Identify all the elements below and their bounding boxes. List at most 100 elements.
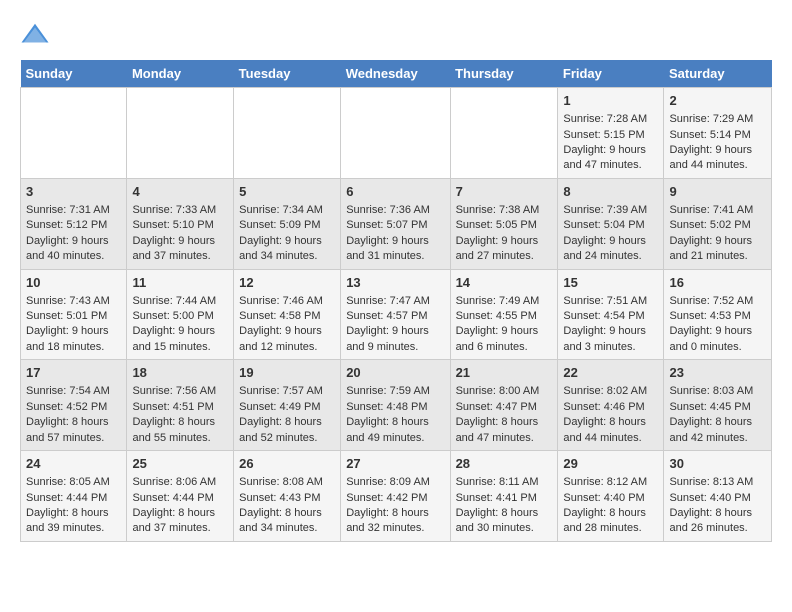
header-row: SundayMondayTuesdayWednesdayThursdayFrid… (21, 60, 772, 88)
header-cell-thursday: Thursday (450, 60, 558, 88)
day-number: 5 (239, 183, 335, 201)
day-info: Sunrise: 7:44 AM (132, 294, 228, 309)
day-info: Daylight: 9 hours and 21 minutes. (669, 234, 766, 265)
day-info: Daylight: 8 hours and 30 minutes. (456, 506, 553, 537)
calendar-cell: 26Sunrise: 8:08 AMSunset: 4:43 PMDayligh… (234, 451, 341, 542)
calendar-cell (21, 88, 127, 179)
calendar-cell: 27Sunrise: 8:09 AMSunset: 4:42 PMDayligh… (341, 451, 450, 542)
calendar-cell: 29Sunrise: 8:12 AMSunset: 4:40 PMDayligh… (558, 451, 664, 542)
day-info: Daylight: 8 hours and 37 minutes. (132, 506, 228, 537)
day-info: Daylight: 9 hours and 15 minutes. (132, 324, 228, 355)
calendar-cell: 15Sunrise: 7:51 AMSunset: 4:54 PMDayligh… (558, 269, 664, 360)
day-info: Sunrise: 8:08 AM (239, 475, 335, 490)
day-info: Daylight: 9 hours and 34 minutes. (239, 234, 335, 265)
day-info: Sunrise: 7:59 AM (346, 384, 444, 399)
day-info: Daylight: 9 hours and 9 minutes. (346, 324, 444, 355)
day-info: Sunset: 4:40 PM (669, 491, 766, 506)
header-cell-sunday: Sunday (21, 60, 127, 88)
day-number: 14 (456, 274, 553, 292)
day-info: Sunset: 5:04 PM (563, 218, 658, 233)
day-number: 20 (346, 364, 444, 382)
logo (20, 20, 54, 50)
day-info: Daylight: 8 hours and 52 minutes. (239, 415, 335, 446)
day-info: Sunset: 4:44 PM (26, 491, 121, 506)
day-info: Sunrise: 8:02 AM (563, 384, 658, 399)
day-info: Sunset: 4:42 PM (346, 491, 444, 506)
day-info: Sunset: 5:00 PM (132, 309, 228, 324)
calendar-cell: 4Sunrise: 7:33 AMSunset: 5:10 PMDaylight… (127, 178, 234, 269)
day-info: Sunset: 4:48 PM (346, 400, 444, 415)
day-info: Sunrise: 7:36 AM (346, 203, 444, 218)
day-info: Daylight: 9 hours and 0 minutes. (669, 324, 766, 355)
calendar-cell: 19Sunrise: 7:57 AMSunset: 4:49 PMDayligh… (234, 360, 341, 451)
day-number: 4 (132, 183, 228, 201)
day-number: 29 (563, 455, 658, 473)
day-info: Sunrise: 7:51 AM (563, 294, 658, 309)
week-row-4: 24Sunrise: 8:05 AMSunset: 4:44 PMDayligh… (21, 451, 772, 542)
calendar-table: SundayMondayTuesdayWednesdayThursdayFrid… (20, 60, 772, 542)
week-row-1: 3Sunrise: 7:31 AMSunset: 5:12 PMDaylight… (21, 178, 772, 269)
day-info: Sunrise: 7:39 AM (563, 203, 658, 218)
day-info: Sunset: 5:09 PM (239, 218, 335, 233)
day-info: Sunrise: 8:06 AM (132, 475, 228, 490)
calendar-cell (341, 88, 450, 179)
day-info: Sunset: 4:58 PM (239, 309, 335, 324)
header-cell-tuesday: Tuesday (234, 60, 341, 88)
day-number: 10 (26, 274, 121, 292)
day-info: Daylight: 9 hours and 12 minutes. (239, 324, 335, 355)
calendar-cell: 3Sunrise: 7:31 AMSunset: 5:12 PMDaylight… (21, 178, 127, 269)
calendar-cell: 22Sunrise: 8:02 AMSunset: 4:46 PMDayligh… (558, 360, 664, 451)
day-info: Sunrise: 7:46 AM (239, 294, 335, 309)
day-info: Sunrise: 7:47 AM (346, 294, 444, 309)
day-info: Sunrise: 8:09 AM (346, 475, 444, 490)
page-header (20, 20, 772, 50)
day-info: Daylight: 8 hours and 39 minutes. (26, 506, 121, 537)
day-info: Daylight: 8 hours and 32 minutes. (346, 506, 444, 537)
day-number: 24 (26, 455, 121, 473)
day-info: Sunset: 4:54 PM (563, 309, 658, 324)
day-info: Sunrise: 7:52 AM (669, 294, 766, 309)
day-info: Daylight: 9 hours and 6 minutes. (456, 324, 553, 355)
calendar-cell: 11Sunrise: 7:44 AMSunset: 5:00 PMDayligh… (127, 269, 234, 360)
calendar-cell: 5Sunrise: 7:34 AMSunset: 5:09 PMDaylight… (234, 178, 341, 269)
week-row-0: 1Sunrise: 7:28 AMSunset: 5:15 PMDaylight… (21, 88, 772, 179)
day-info: Sunset: 4:49 PM (239, 400, 335, 415)
day-info: Sunset: 4:51 PM (132, 400, 228, 415)
calendar-cell: 23Sunrise: 8:03 AMSunset: 4:45 PMDayligh… (664, 360, 772, 451)
day-number: 19 (239, 364, 335, 382)
day-info: Sunrise: 7:38 AM (456, 203, 553, 218)
calendar-cell: 2Sunrise: 7:29 AMSunset: 5:14 PMDaylight… (664, 88, 772, 179)
day-info: Daylight: 9 hours and 24 minutes. (563, 234, 658, 265)
calendar-cell: 6Sunrise: 7:36 AMSunset: 5:07 PMDaylight… (341, 178, 450, 269)
day-info: Sunset: 4:41 PM (456, 491, 553, 506)
day-info: Sunrise: 8:05 AM (26, 475, 121, 490)
day-info: Sunset: 4:40 PM (563, 491, 658, 506)
day-info: Daylight: 8 hours and 57 minutes. (26, 415, 121, 446)
day-number: 26 (239, 455, 335, 473)
day-number: 23 (669, 364, 766, 382)
day-number: 9 (669, 183, 766, 201)
day-number: 15 (563, 274, 658, 292)
calendar-cell: 20 Sunrise: 7:59 AMSunset: 4:48 PMDayligh… (341, 360, 450, 451)
calendar-cell: 10Sunrise: 7:43 AMSunset: 5:01 PMDayligh… (21, 269, 127, 360)
week-row-3: 17Sunrise: 7:54 AMSunset: 4:52 PMDayligh… (21, 360, 772, 451)
day-number: 8 (563, 183, 658, 201)
day-info: Daylight: 8 hours and 49 minutes. (346, 415, 444, 446)
logo-icon (20, 20, 50, 50)
day-info: Daylight: 9 hours and 18 minutes. (26, 324, 121, 355)
calendar-cell: 17Sunrise: 7:54 AMSunset: 4:52 PMDayligh… (21, 360, 127, 451)
day-info: Sunset: 4:47 PM (456, 400, 553, 415)
day-info: Daylight: 8 hours and 42 minutes. (669, 415, 766, 446)
calendar-cell: 30Sunrise: 8:13 AMSunset: 4:40 PMDayligh… (664, 451, 772, 542)
day-info: Sunset: 4:43 PM (239, 491, 335, 506)
day-info: Sunset: 4:45 PM (669, 400, 766, 415)
day-number: 2 (669, 92, 766, 110)
day-info: Sunrise: 7:28 AM (563, 112, 658, 127)
calendar-cell: 28Sunrise: 8:11 AMSunset: 4:41 PMDayligh… (450, 451, 558, 542)
day-info: Sunset: 5:12 PM (26, 218, 121, 233)
day-info: Sunset: 5:01 PM (26, 309, 121, 324)
day-number: 7 (456, 183, 553, 201)
day-number: 30 (669, 455, 766, 473)
calendar-body: 1Sunrise: 7:28 AMSunset: 5:15 PMDaylight… (21, 88, 772, 542)
day-number: 21 (456, 364, 553, 382)
